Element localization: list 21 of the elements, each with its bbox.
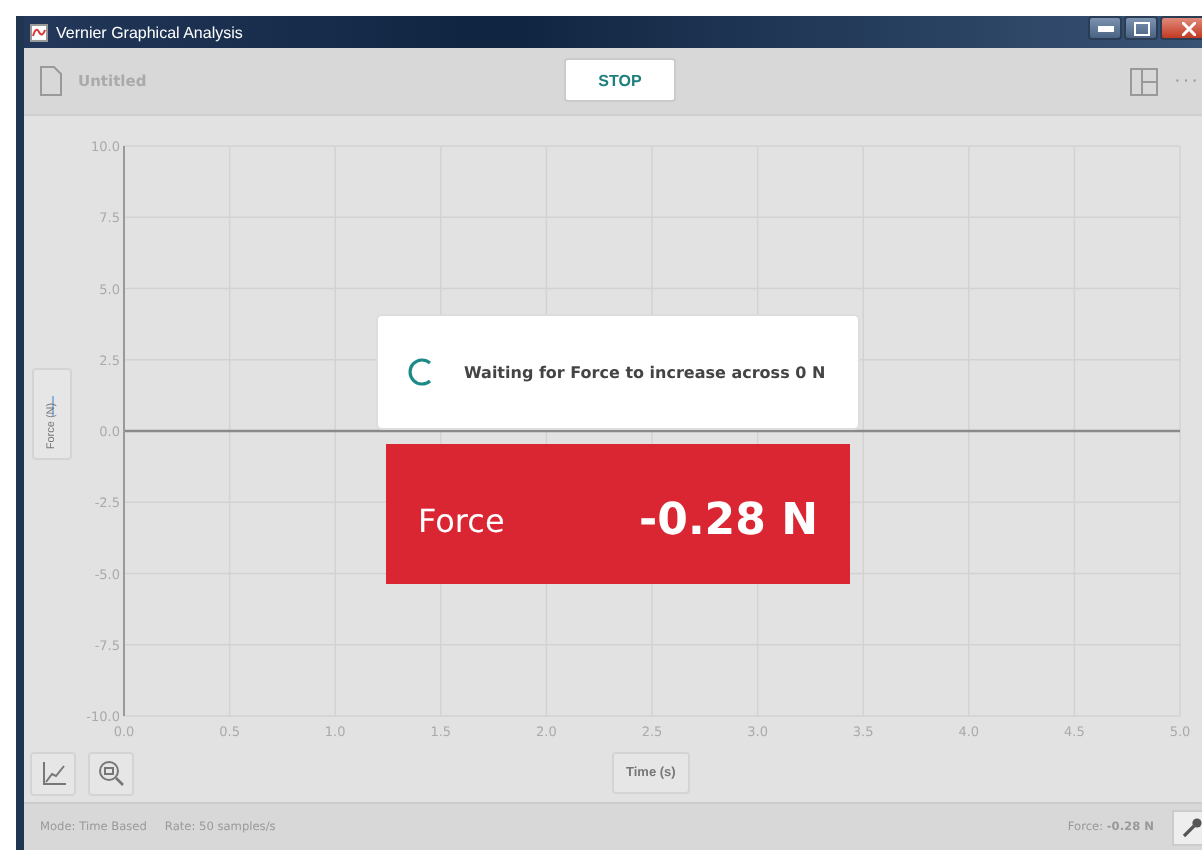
app-icon xyxy=(30,23,48,41)
graph-tools-button[interactable] xyxy=(30,751,76,795)
minimize-icon xyxy=(1097,25,1113,31)
chart-line-icon xyxy=(41,761,65,785)
close-button[interactable] xyxy=(1160,16,1202,40)
zoom-button[interactable] xyxy=(88,751,134,795)
maximize-button[interactable] xyxy=(1124,16,1158,40)
spinner-icon xyxy=(408,358,436,386)
stop-button[interactable]: STOP xyxy=(564,58,676,102)
window-title: Vernier Graphical Analysis xyxy=(56,23,243,41)
close-icon xyxy=(1181,21,1195,35)
meter-reading: -0.28 N xyxy=(639,495,818,545)
trigger-message: Waiting for Force to increase across 0 N xyxy=(464,363,826,381)
minimize-button[interactable] xyxy=(1088,16,1122,40)
maximize-icon xyxy=(1133,21,1149,35)
zoom-icon xyxy=(98,760,124,786)
wrench-icon xyxy=(1181,816,1202,838)
meter-label: Force xyxy=(418,501,505,539)
document-icon xyxy=(40,66,62,96)
settings-button[interactable] xyxy=(1172,809,1202,845)
more-button[interactable]: ··· xyxy=(1174,70,1200,92)
